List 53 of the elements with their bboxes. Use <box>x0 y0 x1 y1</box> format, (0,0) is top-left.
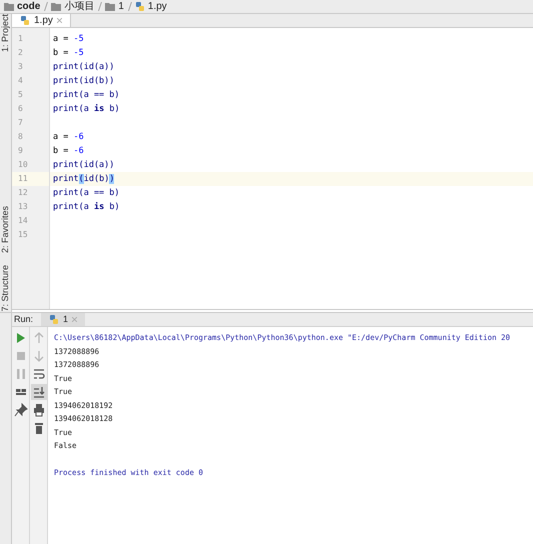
line-number: 4 <box>17 77 23 85</box>
line-number: 1 <box>17 35 23 43</box>
code-line: b = -6 <box>53 146 84 156</box>
python-file-icon <box>20 16 30 26</box>
line-number: 6 <box>17 105 23 113</box>
line-number: 7 <box>17 119 23 127</box>
line-number: 8 <box>17 133 23 141</box>
code-line: print(a == b) <box>53 188 120 198</box>
code-line: print(a == b) <box>53 90 120 100</box>
folder-icon <box>4 2 14 10</box>
pin-button[interactable] <box>12 402 28 418</box>
line-number: 10 <box>17 161 28 169</box>
line-number: 15 <box>17 231 28 239</box>
line-number: 14 <box>17 217 28 225</box>
python-file-icon <box>49 314 60 324</box>
breadcrumb-item[interactable]: code <box>17 2 40 12</box>
separator-icon <box>128 2 132 11</box>
line-number: 11 <box>17 175 28 183</box>
code-line: print(a is b) <box>53 202 120 212</box>
pin-icon <box>14 403 28 417</box>
code-line: print(id(b)) <box>53 174 114 184</box>
code-line: b = -5 <box>53 48 84 58</box>
folder-icon <box>51 2 62 10</box>
breadcrumb-item[interactable]: 1.py <box>148 2 167 12</box>
line-number: 9 <box>17 147 23 155</box>
line-number: 2 <box>17 49 23 57</box>
code-editor[interactable]: 1 2 3 4 5 6 7 8 9 10 11 12 13 14 15 a = -5 b = -5 print(id(a)) print(id(b)) print(a == b) print(a is b) a = -6 b = -6 print(id(a)) print(id(b)) print(a == b) print(a is b) <box>12 28 533 310</box>
scroll-to-end-button[interactable] <box>30 384 46 400</box>
code-line: print(a is b) <box>53 104 120 114</box>
code-line: print(id(a)) <box>53 62 114 72</box>
breadcrumb-item[interactable]: 小项目 <box>64 2 94 12</box>
breadcrumb-item[interactable]: 1 <box>118 2 124 12</box>
run-tab[interactable]: 1 <box>41 313 86 326</box>
scroll-to-end-icon <box>32 385 46 399</box>
soft-wrap-icon <box>32 367 46 381</box>
code-line: a = -6 <box>53 132 84 142</box>
editor-tab[interactable]: 1.py <box>12 14 71 27</box>
code-line: print(id(b)) <box>53 76 114 86</box>
run-label: Run: <box>14 312 34 326</box>
separator-icon <box>98 2 102 11</box>
printer-icon <box>32 403 46 417</box>
close-icon[interactable] <box>56 18 62 23</box>
python-file-icon <box>134 2 145 12</box>
code-line: print(id(a)) <box>53 160 114 170</box>
code-line: a = -5 <box>53 34 84 44</box>
folder-icon <box>105 2 116 10</box>
line-number: 5 <box>17 91 23 99</box>
close-icon[interactable] <box>72 317 78 322</box>
down-arrow-icon <box>32 349 46 363</box>
line-number: 3 <box>17 63 23 71</box>
line-number: 12 <box>17 189 28 197</box>
separator-icon <box>44 2 48 11</box>
line-number: 13 <box>17 203 28 211</box>
